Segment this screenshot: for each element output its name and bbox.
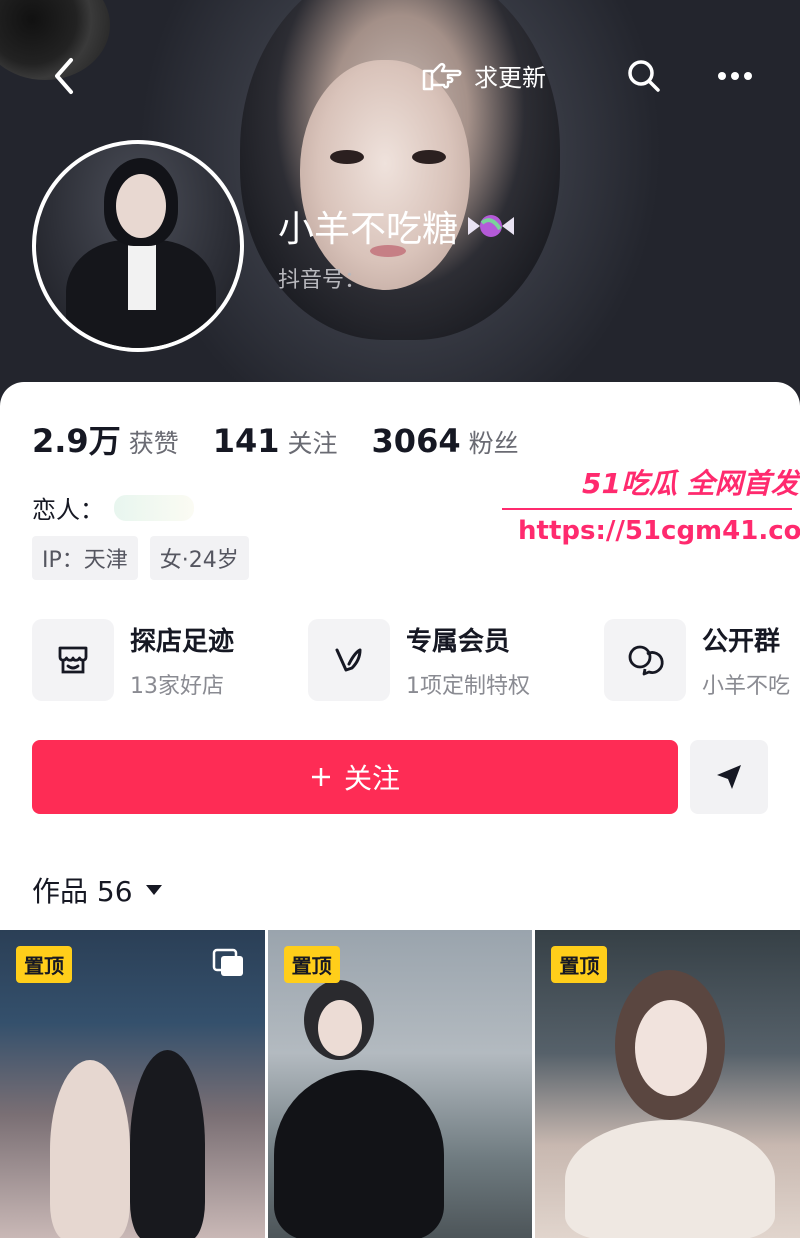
thumbnail-figure — [130, 1050, 205, 1238]
video-thumbnail[interactable]: 置顶 — [535, 930, 800, 1238]
nickname-text: 小羊不吃糖 — [278, 209, 459, 250]
works-tab[interactable]: 作品 56 — [32, 870, 163, 910]
pinned-badge: 置顶 — [16, 946, 72, 983]
stat-likes-label: 获赞 — [128, 429, 179, 458]
candy-icon — [468, 215, 515, 237]
video-thumbnail[interactable]: 置顶 — [267, 930, 533, 1238]
back-button[interactable] — [40, 52, 88, 100]
stat-followers-label: 粉丝 — [468, 429, 519, 458]
thumbnail-face — [317, 1000, 362, 1056]
share-button[interactable] — [690, 740, 768, 814]
chevron-left-icon — [55, 58, 73, 94]
request-update-button[interactable]: 求更新 — [420, 50, 546, 100]
service-store-sub: 13家好店 — [130, 673, 224, 699]
pinned-badge: 置顶 — [551, 946, 608, 983]
lover-row: 恋人： — [32, 490, 194, 525]
stat-followers-value: 3064 — [371, 422, 461, 460]
service-icon-box — [604, 619, 686, 701]
service-icon-box — [32, 619, 114, 701]
service-vip-sub: 1项定制特权 — [406, 673, 530, 699]
pinned-badge: 置顶 — [283, 946, 340, 983]
service-vip[interactable]: 专属会员 1项定制特权 — [308, 618, 530, 702]
stat-followers[interactable]: 3064 粉丝 — [372, 422, 519, 460]
shop-icon — [58, 646, 88, 674]
ip-tag: IP：天津 — [32, 536, 138, 580]
profile-tags: IP：天津 女·24岁 — [32, 536, 249, 580]
watermark-url: https://51cgm41.com — [518, 516, 800, 546]
search-icon — [628, 60, 660, 92]
more-button[interactable] — [710, 52, 760, 100]
watermark-line — [502, 508, 792, 510]
lover-blurred-name[interactable] — [114, 494, 194, 521]
watermark-title: 51吃瓜 全网首发 — [582, 467, 799, 500]
stat-likes[interactable]: 2.9万 获赞 — [32, 416, 179, 462]
service-group-sub: 小羊不吃 — [702, 673, 791, 699]
search-button[interactable] — [620, 52, 668, 100]
service-vip-title: 专属会员 — [406, 626, 511, 657]
video-thumbnail[interactable]: 置顶 — [0, 930, 265, 1238]
lover-label: 恋人： — [32, 496, 104, 524]
thumbnail-face — [635, 1000, 708, 1096]
top-bar: 求更新 — [0, 40, 800, 110]
request-update-label: 求更新 — [474, 63, 546, 92]
service-public-group[interactable]: 公开群 小羊不吃 — [604, 618, 790, 702]
watermark: 51吃瓜 全网首发 https://51cgm41.com — [500, 462, 800, 562]
thumbnail-figure — [50, 1060, 130, 1238]
service-store-visits[interactable]: 探店足迹 13家好店 — [32, 618, 234, 702]
service-group-title: 公开群 — [702, 626, 781, 657]
avatar[interactable] — [32, 140, 244, 352]
works-label: 作品 56 — [32, 875, 133, 908]
douyin-id: 抖音号： — [278, 268, 367, 293]
service-store-title: 探店足迹 — [130, 626, 235, 657]
follow-label: 关注 — [343, 762, 400, 795]
avatar-face — [116, 174, 166, 238]
triangle-down-icon — [145, 885, 162, 895]
stat-following-value: 141 — [212, 422, 280, 460]
stat-following[interactable]: 141 关注 — [213, 422, 338, 460]
works-grid: 置顶 置顶 置顶 — [0, 930, 800, 1238]
avatar-shirt — [128, 240, 156, 310]
cover-eye-right — [412, 150, 446, 164]
group-chat-icon — [628, 645, 664, 676]
stat-following-label: 关注 — [287, 429, 338, 458]
pointing-hand-icon — [422, 62, 462, 91]
multi-image-icon — [212, 948, 243, 976]
more-dots-icon — [718, 72, 752, 80]
services-row: 探店足迹 13家好店 专属会员 1项定制特权 公开群 小羊不吃 — [32, 618, 800, 702]
stat-likes-value: 2.9万 — [32, 422, 121, 460]
vip-icon — [335, 648, 362, 672]
nickname: 小羊不吃糖 — [278, 200, 516, 252]
service-icon-box — [308, 619, 390, 701]
thumbnail-figure — [273, 1070, 444, 1238]
plus-icon — [311, 768, 330, 786]
thumbnail-figure — [565, 1120, 776, 1238]
stats-row: 2.9万 获赞 141 关注 3064 粉丝 — [32, 416, 519, 462]
send-icon — [717, 765, 741, 789]
cover-eye-left — [330, 150, 364, 164]
gender-age-tag: 女·24岁 — [149, 536, 249, 580]
follow-button[interactable]: 关注 — [32, 740, 678, 814]
